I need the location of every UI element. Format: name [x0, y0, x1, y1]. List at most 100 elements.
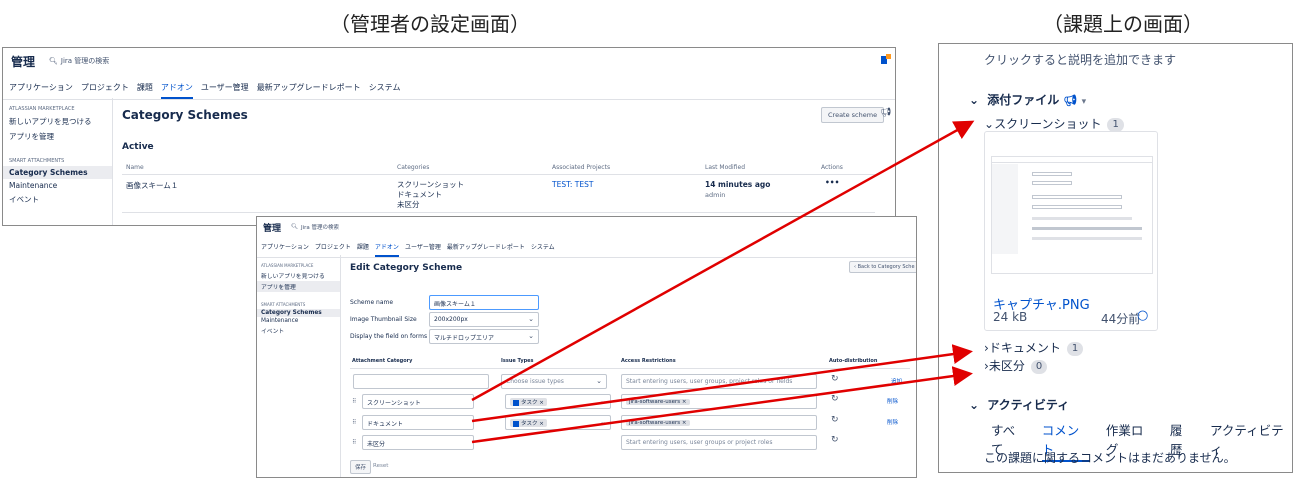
thumb-size-select[interactable]: 200x200px ⌄ — [429, 312, 539, 327]
col-name: Name — [126, 164, 144, 171]
issue-types-select-screenshot[interactable]: タスク × ⌄ — [505, 394, 611, 409]
sidebar-group-marketplace: ATLASSIAN MARKETPLACE — [9, 106, 75, 112]
nav-upgrade-report[interactable]: 最新アップグレードレポート — [447, 242, 525, 257]
attachment-thumbnail[interactable] — [991, 156, 1153, 274]
page-title: Category Schemes — [122, 108, 248, 122]
count-badge: 0 — [1030, 359, 1048, 374]
category-input-unsorted[interactable]: 未区分 — [362, 435, 474, 450]
nav-user-management[interactable]: ユーザー管理 — [201, 82, 249, 99]
screenshot-issue-view: クリックすると説明を追加できます ⌄ 添付ファイル 📢︎ ▾ ⌄スクリーンショッ… — [938, 43, 1293, 473]
auto-distribution-icon[interactable]: ↻ — [831, 415, 839, 425]
megaphone-icon[interactable]: 📢︎ — [880, 108, 891, 118]
thumb-header — [992, 157, 1152, 163]
sidebar-group-smart-attachments: SMART ATTACHMENTS — [9, 158, 65, 164]
new-issue-types-select[interactable]: Choose issue types ⌄ — [501, 374, 607, 389]
nav-upgrade-report[interactable]: 最新アップグレードレポート — [257, 82, 361, 99]
row-scheme-name[interactable]: 画像スキーム１ — [126, 180, 178, 191]
auto-distribution-icon[interactable]: ↻ — [831, 374, 839, 384]
comment-icon[interactable]: ○ — [1137, 308, 1148, 323]
screenshot-edit-scheme: 管理 🔍︎ Jira 管理の検索 アプリケーション プロジェクト 課題 アドオン … — [256, 216, 917, 478]
sidebar-item-maintenance[interactable]: Maintenance — [3, 179, 112, 192]
auto-distribution-icon[interactable]: ↻ — [831, 394, 839, 404]
col-categories: Categories — [397, 164, 430, 171]
nav-issues[interactable]: 課題 — [137, 82, 153, 99]
chevron-down-icon: ⌄ — [528, 332, 534, 340]
description-hint[interactable]: クリックすると説明を追加できます — [984, 51, 1176, 68]
nav-system[interactable]: システム — [531, 242, 555, 257]
category-document-header[interactable]: ›ドキュメント 1 — [984, 339, 1084, 356]
col-issue-types: Issue Types — [501, 358, 534, 364]
back-to-schemes-button[interactable]: ‹ Back to Category Sche — [849, 261, 916, 273]
drag-handle-icon[interactable]: ⠿ — [352, 419, 356, 426]
thumb-field — [1032, 205, 1122, 209]
admin-nav: アプリケーション プロジェクト 課題 アドオン ユーザー管理 最新アップグレード… — [257, 242, 916, 258]
issue-types-select-document[interactable]: タスク × ⌄ — [505, 415, 611, 430]
new-category-input[interactable] — [353, 374, 489, 389]
nav-addons[interactable]: アドオン — [374, 242, 399, 257]
add-row-link[interactable]: 追加 — [891, 377, 902, 385]
nav-projects[interactable]: プロジェクト — [81, 82, 129, 99]
screenshot-category-list: 管理 🔍︎ Jira 管理の検索 アプリケーション プロジェクト 課題 アドオン … — [2, 47, 896, 226]
access-input-screenshot[interactable]: jira-software-users × — [621, 394, 817, 409]
col-actions: Actions — [821, 164, 843, 171]
row-project-link[interactable]: TEST: TEST — [552, 180, 593, 189]
category-screenshot-header[interactable]: ⌄スクリーンショット 1 — [984, 115, 1124, 132]
category-unsorted-header[interactable]: ›未区分 0 — [984, 357, 1048, 374]
nav-user-management[interactable]: ユーザー管理 — [405, 242, 441, 257]
sidebar-item-manage-apps[interactable]: アプリを管理 — [3, 129, 112, 144]
admin-search[interactable]: 🔍︎ Jira 管理の検索 — [291, 223, 339, 231]
search-icon: 🔍︎ — [49, 57, 58, 65]
app-icon — [881, 54, 891, 64]
section-active: Active — [122, 142, 154, 152]
row-actions-button[interactable]: ••• — [825, 178, 839, 187]
admin-search[interactable]: 🔍︎ Jira 管理の検索 — [49, 56, 109, 66]
sidebar-item-category-schemes[interactable]: Category Schemes — [3, 166, 112, 179]
sidebar-item-events[interactable]: イベント — [257, 325, 340, 336]
admin-sidebar: ATLASSIAN MARKETPLACE 新しいアプリを見つける アプリを管理… — [3, 98, 113, 225]
caret-down-icon[interactable]: ▾ — [1082, 97, 1087, 107]
sidebar-item-category-schemes[interactable]: Category Schemes — [257, 309, 340, 317]
delete-row-link[interactable]: 削除 — [887, 418, 898, 426]
reset-button[interactable]: Reset — [373, 463, 388, 469]
row-modified-by: admin — [705, 191, 726, 199]
nav-system[interactable]: システム — [369, 82, 401, 99]
chevron-down-icon: ⌄ — [969, 398, 980, 412]
caption-admin: （管理者の設定画面） — [330, 12, 530, 36]
nav-applications[interactable]: アプリケーション — [9, 82, 73, 99]
save-button[interactable]: 保存 — [350, 460, 372, 474]
display-as-select[interactable]: マルチドロップエリア ⌄ — [429, 329, 539, 344]
sidebar-item-maintenance[interactable]: Maintenance — [257, 317, 340, 325]
no-comments-text: この課題に関するコメントはまだありません。 — [984, 451, 1236, 465]
count-badge: 1 — [1066, 341, 1084, 356]
create-scheme-button[interactable]: Create scheme — [821, 107, 885, 123]
delete-row-link[interactable]: 削除 — [887, 397, 898, 405]
category-input-document[interactable]: ドキュメント — [362, 415, 474, 430]
access-input-unsorted[interactable]: Start entering users, user groups or pro… — [621, 435, 817, 450]
category-input-screenshot[interactable]: スクリーンショット — [362, 394, 474, 409]
attachments-header[interactable]: ⌄ 添付ファイル 📢︎ ▾ — [969, 91, 1086, 108]
row-categories: スクリーンショット ドキュメント 未区分 — [397, 180, 464, 210]
sidebar-item-events[interactable]: イベント — [3, 192, 112, 207]
drag-handle-icon[interactable]: ⠿ — [352, 398, 356, 405]
sidebar-item-find-apps[interactable]: 新しいアプリを見つける — [257, 270, 340, 281]
attachment-time: 44分前 — [1101, 312, 1141, 326]
attachment-card[interactable]: キャプチャ.PNG 24 kB 44分前 ○ — [984, 131, 1158, 331]
activity-header[interactable]: ⌄ アクティビティ — [969, 396, 1069, 413]
thumb-size-label: Image Thumbnail Size — [350, 316, 417, 323]
sidebar-group-marketplace: ATLASSIAN MARKETPLACE — [261, 263, 314, 268]
new-access-input[interactable]: Start entering users, user groups, proje… — [621, 374, 817, 389]
sidebar-item-find-apps[interactable]: 新しいアプリを見つける — [3, 114, 112, 129]
attachment-size: 24 kB — [993, 310, 1028, 324]
nav-addons[interactable]: アドオン — [160, 82, 193, 99]
auto-distribution-icon[interactable]: ↻ — [831, 435, 839, 445]
thumb-field — [1032, 237, 1142, 240]
drag-handle-icon[interactable]: ⠿ — [352, 439, 356, 446]
megaphone-icon[interactable]: 📢︎ — [1063, 94, 1077, 107]
scheme-name-input[interactable]: 画像スキーム１ — [429, 295, 539, 310]
sidebar-item-manage-apps[interactable]: アプリを管理 — [257, 281, 340, 292]
access-tag: jira-software-users × — [626, 420, 690, 426]
chevron-down-icon: ⌄ — [596, 377, 602, 385]
access-input-document[interactable]: jira-software-users × — [621, 415, 817, 430]
nav-issues[interactable]: 課題 — [357, 242, 369, 257]
col-attachment-category: Attachment Category — [352, 358, 413, 364]
